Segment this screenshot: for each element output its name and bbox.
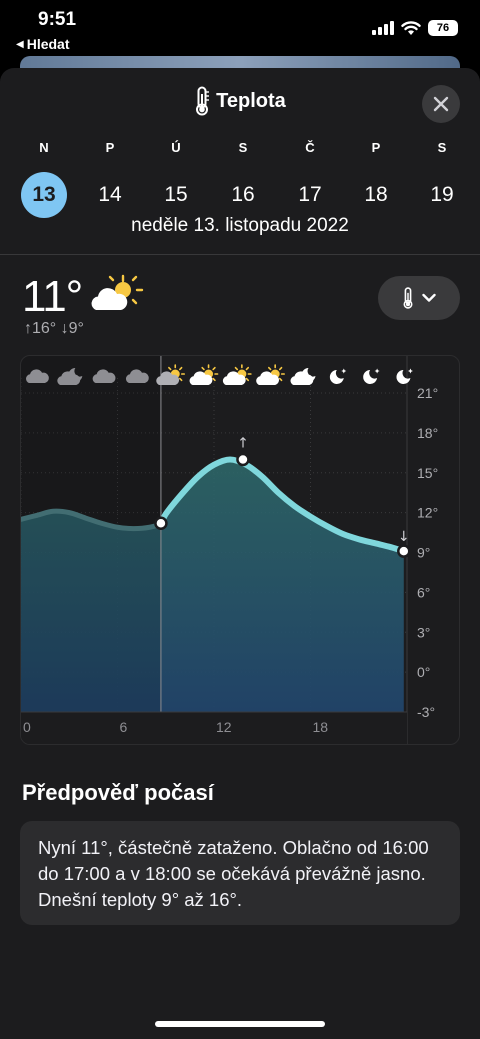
day-number: 17 [298,183,322,206]
divider [0,254,480,255]
chart-marker [236,452,250,467]
day-thursday-17[interactable]: Č 17 [285,140,335,218]
partly-cloudy-night-icon [290,368,316,385]
day-sunday-13[interactable]: N 13 [19,140,69,218]
moon-icon [363,368,380,384]
day-letter: P [105,140,115,155]
back-label: Hledat [26,36,70,52]
close-icon [433,96,449,112]
partly-sunny-icon [222,364,252,385]
day-monday-14[interactable]: P 14 [85,140,135,218]
day-tuesday-15[interactable]: Ú 15 [151,140,201,218]
y-tick-label: 3° [417,624,430,640]
sheet-header: Teplota [0,86,480,121]
day-number: 14 [98,183,122,206]
thermometer-icon [403,287,413,309]
chevron-down-icon [422,293,436,302]
y-tick-label: -3° [417,704,435,720]
metric-selector-button[interactable] [378,276,460,320]
day-number: 16 [231,183,255,206]
back-to-search-button[interactable]: ◀ Hledat [16,36,70,52]
day-number: 15 [164,183,188,206]
status-bar: 9:51 ◀ Hledat 76 [0,0,480,56]
y-tick-label: 6° [417,584,430,600]
forecast-title: Předpověď počasí [22,780,214,805]
y-tick-label: 0° [417,664,430,680]
temperature-chart[interactable]: 21° 18° 15° 12° 9° 6° 3° 0° -3° ↑ ↓ 0 6 12 18 [20,355,460,745]
y-tick-label: 9° [417,545,430,561]
selected-date-label: neděle 13. listopadu 2022 [131,215,349,236]
current-temperature: 11° [22,272,83,321]
x-tick-label: 18 [313,719,329,735]
day-letter: Ú [171,140,181,155]
home-indicator [155,1021,325,1027]
day-letter: S [437,140,447,155]
chart-marker [397,544,411,558]
wifi-icon [401,20,421,35]
day-number: 19 [430,183,454,206]
high-arrow-label: ↑ [237,435,249,451]
y-tick-label: 18° [417,425,438,441]
low-arrow-label: ↓ [398,529,410,545]
y-tick-label: 15° [417,465,438,481]
x-tick-label: 12 [216,719,232,735]
partly-cloudy-icon [88,274,144,319]
status-time: 9:51 [38,9,77,30]
day-wednesday-16[interactable]: S 16 [218,140,268,218]
back-triangle-icon: ◀ [16,38,24,50]
day-letter: S [238,140,248,155]
x-axis-strip [21,712,407,744]
sheet-title: Teplota [194,86,286,116]
day-number-selected: 13 [21,172,67,218]
status-icons: 76 [372,20,458,36]
moon-icon [329,368,347,384]
forecast-text: Nyní 11°, částečně zataženo. Oblačno od … [20,821,460,925]
day-letter: Č [305,140,315,155]
temperature-sheet: Teplota N 13 P 14 Ú 15 S 16 Č 17 P 18 S … [0,68,480,1039]
temperature-chart-svg: 21° 18° 15° 12° 9° 6° 3° 0° -3° ↑ ↓ 0 6 12 18 [21,356,438,744]
x-tick-label: 0 [23,719,31,735]
thermometer-icon [196,86,210,116]
x-tick-label: 6 [120,719,128,735]
chart-marker [154,516,168,531]
partly-sunny-icon [256,364,285,385]
battery-icon: 76 [428,20,458,36]
high-low-temperature: ↑16° ↓9° [24,320,84,337]
y-tick-label: 21° [417,385,438,401]
day-letter: P [371,140,381,155]
y-tick-label: 12° [417,505,438,521]
moon-icon [396,368,413,384]
day-friday-18[interactable]: P 18 [351,140,401,218]
close-button[interactable] [422,85,460,123]
cellular-signal-icon [372,21,394,35]
day-saturday-19[interactable]: S 19 [417,140,467,218]
sheet-title-label: Teplota [216,89,286,112]
partly-sunny-icon [189,364,219,385]
day-letter: N [39,140,49,155]
past-overlay [21,356,161,744]
day-number: 18 [364,183,388,206]
